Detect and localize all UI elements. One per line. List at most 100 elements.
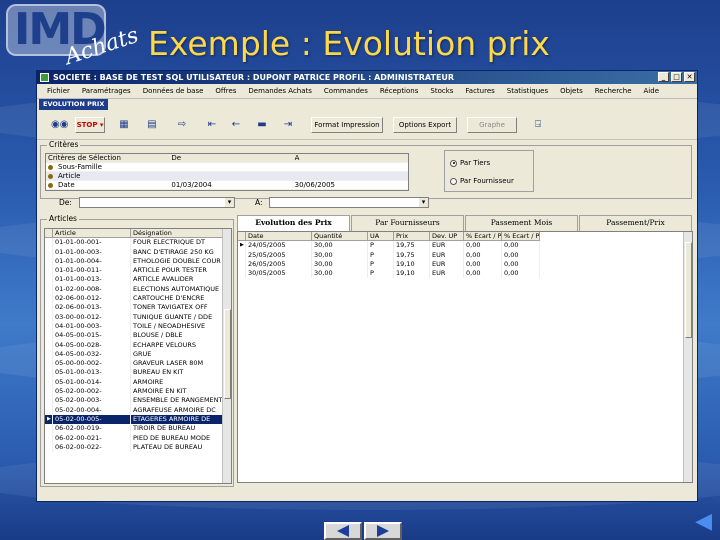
table-row[interactable]: ▶ 24/05/2005 30,00 P 19,75 EUR 0,00 0,00 [238,241,692,251]
window-title: SOCIETE : BASE DE TEST SQL UTILISATEUR :… [53,73,455,82]
cell: 01-01-00-003- [53,247,131,257]
menu-item[interactable]: Recherche [589,87,638,95]
critere-a[interactable]: 30/06/2005 [293,181,408,189]
table-row[interactable]: 01-01-00-011- ARTICLE POUR TESTER [45,266,231,276]
options-export-button[interactable]: Options Export [393,117,457,133]
scroll-thumb[interactable] [224,309,231,399]
calculator-icon[interactable]: ▦ [117,118,131,132]
radio-par-tiers[interactable]: Par Tiers [450,159,490,167]
menu-item[interactable]: Factures [459,87,500,95]
cell: 30,00 [312,259,368,270]
window-titlebar: SOCIETE : BASE DE TEST SQL UTILISATEUR :… [37,71,697,84]
cell: 05-02-00-004- [53,405,131,415]
next-slide-button[interactable] [364,522,402,540]
table-row[interactable]: ▶ 05-02-00-005- ETAGERES ARMOIRE DE [45,414,231,425]
radio-par-fournisseur[interactable]: Par Fournisseur [450,177,514,185]
tab-par-fournisseurs[interactable]: Par Fournisseurs [351,215,464,231]
menu-item[interactable]: Paramétrages [76,87,137,95]
tab-passement-prix[interactable]: Passement/Prix [579,215,692,231]
cell: 05-01-00-014- [53,377,131,388]
table-row[interactable]: 05-02-00-003- ENSEMBLE DE RANGEMENT [45,396,231,406]
tab-evolution-prix[interactable]: Evolution des Prix [237,215,350,231]
table-row[interactable]: 01-02-00-008- ELECTIONS AUTOMATIQUE [45,284,231,295]
table-row[interactable]: 01-01-00-001- FOUR ELECTRIQUE DT [45,238,231,248]
table-row[interactable]: 01-01-00-004- ETHOLOGIE DOUBLE COUR [45,256,231,267]
critere-de[interactable] [169,163,292,171]
critere-de[interactable] [169,172,292,180]
menu-item[interactable]: Statistiques [501,87,554,95]
document-tab-evolution-prix[interactable]: EVOLUTION PRIX [39,99,109,110]
row-indicator-icon: ▶ [45,414,53,425]
printer-icon[interactable]: ▤ [145,118,159,132]
menu-item[interactable]: Stocks [424,87,459,95]
table-row[interactable]: 04-05-00-028- ECHARPE VELOURS [45,340,231,350]
a-dropdown[interactable] [269,197,429,208]
scroll-thumb[interactable] [685,242,692,338]
row-indicator [238,232,246,242]
export-arrow-icon[interactable]: ⇨ [175,118,189,132]
articles-label: Articles [47,214,79,223]
menu-item[interactable]: Objets [554,87,589,95]
first-record-icon[interactable]: ⇤ [205,118,219,132]
critere-a[interactable] [293,172,408,180]
tab-passement-mois[interactable]: Passement Mois [465,215,578,231]
table-row[interactable]: 05-01-00-013- BUREAU EN KIT [45,368,231,378]
prices-scrollbar[interactable] [683,232,692,482]
table-row[interactable]: 30/05/2005 30,00 P 19,10 EUR 0,00 0,00 [238,269,692,279]
table-row[interactable]: 03-00-00-012- TUNIQUE GUANTE / DDE [45,312,231,322]
row-indicator [45,442,53,453]
table-row[interactable]: 01-01-00-013- ARTICLE AVALIDER [45,275,231,285]
previous-slide-button[interactable] [324,522,362,540]
arrow-left-icon [337,525,349,537]
table-row[interactable]: 26/05/2005 30,00 P 19,10 EUR 0,00 0,00 [238,259,692,270]
critere-a[interactable] [293,163,408,171]
table-row[interactable]: 05-02-00-002- ARMOIRE EN KIT [45,387,231,397]
table-row[interactable]: 04-01-00-003- TOILE / NEOADHESIVE [45,321,231,332]
table-row[interactable]: 04-05-00-032- GRUE [45,349,231,360]
table-row[interactable]: 05-01-00-014- ARMOIRE [45,377,231,388]
table-row[interactable]: 05-00-00-002- GRAVEUR LASER 80M [45,359,231,369]
cell: 30,00 [312,250,368,260]
column-header: Prix [394,232,430,242]
table-row[interactable]: 06-02-00-021- PIED DE BUREAU MODE [45,433,231,443]
table-row[interactable]: 25/05/2005 30,00 P 19,75 EUR 0,00 0,00 [238,250,692,260]
table-row[interactable]: 04-05-00-015- BLOUSE / DBLE [45,331,231,341]
exit-icon[interactable]: ⍈ [531,118,545,132]
menu-item[interactable]: Aide [638,87,665,95]
menu-item[interactable]: Demandes Achats [242,87,318,95]
de-dropdown[interactable] [79,197,235,208]
cell: FOUR ELECTRIQUE DT [131,238,229,248]
critere-de[interactable]: 01/03/2004 [169,181,292,189]
menu-item[interactable]: Commandes [318,87,374,95]
articles-scrollbar[interactable] [222,229,231,483]
menu-item[interactable]: Fichier [41,87,76,95]
binoculars-icon[interactable]: ◉◉ [51,118,68,132]
return-arrow-icon[interactable]: ◀ [695,509,712,534]
menu-item[interactable]: Réceptions [374,87,425,95]
menu-item[interactable]: Offres [209,87,242,95]
row-indicator [45,321,53,332]
criteres-row[interactable]: Sous-Famille [46,163,408,172]
graphe-button[interactable]: Graphe [467,117,517,133]
cell: 05-02-00-005- [53,414,131,425]
stop-button-label: STOP [76,121,98,129]
close-button[interactable]: ✕ [684,72,695,82]
criteres-row[interactable]: Date 01/03/2004 30/06/2005 [46,181,408,190]
minimize-button[interactable]: _ [658,72,669,82]
table-row[interactable]: 02-06-00-013- TONER TAVIGATEX OFF [45,303,231,313]
table-row[interactable]: 06-02-00-022- PLATEAU DE BUREAU [45,442,231,453]
table-row[interactable]: 06-02-00-019- TIROIR DE BUREAU [45,424,231,434]
criteres-row[interactable]: Article [46,172,408,181]
menu-item[interactable]: Données de base [137,87,210,95]
table-row[interactable]: 05-02-00-004- AGRAFEUSE ARMOIRE DC [45,405,231,415]
last-record-icon[interactable]: ⇥ [281,118,295,132]
table-row[interactable]: 02-06-00-012- CARTOUCHE D'ENCRE [45,294,231,304]
stop-button[interactable]: STOP ▾ [75,117,105,133]
cell: 04-05-00-015- [53,331,131,341]
criteres-group: Critères Critères de Sélection De A Sous… [40,140,692,199]
format-impression-button[interactable]: Format Impression [311,117,383,133]
table-row[interactable]: 01-01-00-003- BANC D'ETIRAGE 250 KG [45,247,231,257]
maximize-button[interactable]: □ [671,72,682,82]
previous-record-icon[interactable]: ← [229,118,243,132]
stop-record-icon[interactable]: ▬ [255,118,269,132]
